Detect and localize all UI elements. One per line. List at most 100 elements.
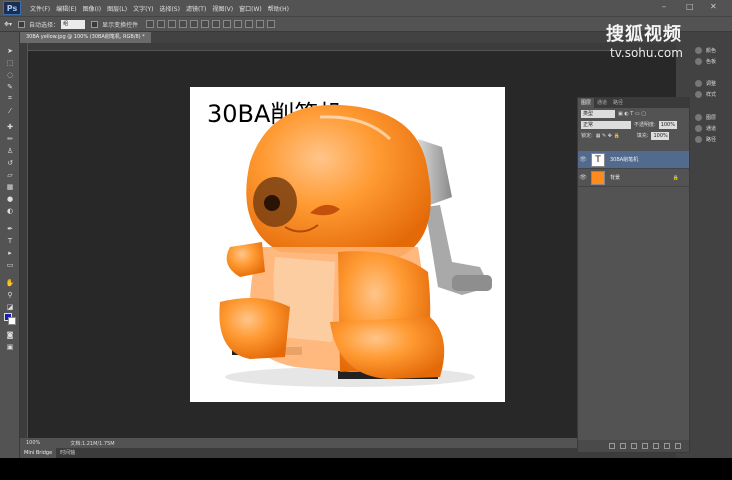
distribute-left-icon[interactable] <box>245 20 254 28</box>
layer-mask-icon[interactable] <box>631 443 637 449</box>
show-transform-checkbox[interactable] <box>91 20 99 28</box>
dodge-tool-icon[interactable]: ◐ <box>4 206 16 215</box>
adjustments-icon <box>695 80 702 87</box>
history-brush-tool-icon[interactable]: ↺ <box>4 158 16 167</box>
dock-group-layers: 图层 通道 路径 <box>693 112 732 145</box>
brush-tool-icon[interactable]: ✏ <box>4 134 16 143</box>
type-tool-icon[interactable]: T <box>4 236 16 245</box>
tab-timeline[interactable]: 时间轴 <box>56 448 79 458</box>
crop-tool-icon[interactable]: ⌗ <box>4 94 16 103</box>
minimize-icon[interactable]: – <box>662 2 666 11</box>
layers-panel-tabs: 图层 通道 路径 <box>578 98 689 108</box>
menu-window[interactable]: 窗口(W) <box>239 4 262 13</box>
tab-paths[interactable]: 路径 <box>610 98 626 108</box>
link-layers-icon[interactable] <box>609 443 615 449</box>
menu-type[interactable]: 文字(Y) <box>133 4 153 13</box>
vertical-ruler[interactable] <box>20 43 28 438</box>
opacity-label: 不透明度: <box>634 122 656 128</box>
layer-row[interactable]: 👁 背景 🔒 <box>578 169 689 187</box>
tab-mini-bridge[interactable]: Mini Bridge <box>20 448 57 458</box>
menu-filter[interactable]: 滤镜(T) <box>186 4 206 13</box>
eye-icon[interactable]: 👁 <box>578 174 588 181</box>
dock-item-layers[interactable]: 图层 <box>693 112 732 123</box>
watermark-url: tv.sohu.com <box>610 46 683 60</box>
distribute-top-icon[interactable] <box>212 20 221 28</box>
layer-filter-row: 类型 ▣ ◐ T ▭ ▢ <box>578 108 689 119</box>
channels-icon <box>695 125 702 132</box>
quick-select-tool-icon[interactable]: ✎ <box>4 82 16 91</box>
move-tool-icon[interactable]: ✥▾ <box>4 21 12 28</box>
shape-tool-icon[interactable]: ▭ <box>4 260 16 269</box>
new-group-icon[interactable] <box>653 443 659 449</box>
zoom-tool-icon[interactable]: ⚲ <box>4 290 16 299</box>
align-buttons <box>146 20 276 28</box>
menu-view[interactable]: 视图(V) <box>212 4 233 13</box>
eye-icon[interactable]: 👁 <box>578 156 588 163</box>
dock-item-styles[interactable]: 样式 <box>693 89 732 100</box>
hand-tool-icon[interactable]: ✋ <box>4 278 16 287</box>
default-colors-icon[interactable]: ◪ <box>4 302 16 311</box>
tab-channels[interactable]: 通道 <box>594 98 610 108</box>
fill-input[interactable]: 100% <box>651 131 670 140</box>
adjustment-layer-icon[interactable] <box>642 443 648 449</box>
gradient-tool-icon[interactable]: ▦ <box>4 182 16 191</box>
image-layer-thumbnail <box>591 170 605 185</box>
zoom-level[interactable]: 100% <box>26 440 40 446</box>
align-right-icon[interactable] <box>201 20 210 28</box>
watermark: 搜狐视频 tv.sohu.com <box>606 20 728 60</box>
align-center-icon[interactable] <box>190 20 199 28</box>
align-bottom-icon[interactable] <box>168 20 177 28</box>
path-select-tool-icon[interactable]: ▸ <box>4 248 16 257</box>
align-middle-icon[interactable] <box>157 20 166 28</box>
close-icon[interactable]: ✕ <box>710 2 717 11</box>
blur-tool-icon[interactable]: ● <box>4 194 16 203</box>
auto-select-checkbox[interactable] <box>18 20 26 28</box>
dock-item-paths[interactable]: 路径 <box>693 134 732 145</box>
move-tool-icon[interactable]: ➤ <box>4 46 16 55</box>
menu-help[interactable]: 帮助(H) <box>268 4 289 13</box>
clone-stamp-tool-icon[interactable]: ♙ <box>4 146 16 155</box>
layer-row[interactable]: 👁 T 30BA削笔机 <box>578 151 689 169</box>
layer-name: 背景 <box>610 175 621 181</box>
eyedropper-tool-icon[interactable]: ⁄ <box>4 106 16 115</box>
distribute-right-icon[interactable] <box>267 20 276 28</box>
menu-file[interactable]: 文件(F) <box>30 4 50 13</box>
lock-icons[interactable]: ▦ ✎ ✥ 🔒 <box>596 133 620 139</box>
distribute-bottom-icon[interactable] <box>234 20 243 28</box>
background-color-swatch[interactable] <box>8 317 16 325</box>
menu-edit[interactable]: 编辑(E) <box>56 4 76 13</box>
new-layer-icon[interactable] <box>664 443 670 449</box>
fill-label: 填充: <box>636 133 649 139</box>
auto-select-dropdown[interactable]: 组 <box>61 19 86 29</box>
watermark-main: 搜狐视频 <box>606 24 682 45</box>
distribute-center-icon[interactable] <box>256 20 265 28</box>
menu-layer[interactable]: 图层(L) <box>107 4 127 13</box>
menu-image[interactable]: 图像(I) <box>83 4 101 13</box>
dock-item-channels[interactable]: 通道 <box>693 123 732 134</box>
layer-kind-filter[interactable]: 类型 <box>581 109 615 118</box>
pen-tool-icon[interactable]: ✒ <box>4 224 16 233</box>
screen-mode-icon[interactable]: ▣ <box>4 342 16 351</box>
quick-mask-icon[interactable]: ◙ <box>4 330 16 339</box>
document-image[interactable]: 30BA削笔机 <box>190 87 505 402</box>
align-left-icon[interactable] <box>179 20 188 28</box>
healing-brush-tool-icon[interactable]: ✚ <box>4 122 16 131</box>
menu-select[interactable]: 选择(S) <box>159 4 180 13</box>
document-size[interactable]: 文档:1.21M/1.75M <box>70 440 114 447</box>
delete-layer-icon[interactable] <box>675 443 681 449</box>
document-tab[interactable]: 30BA yellow.jpg @ 100% (30BA削笔机, RGB/8) … <box>20 32 151 43</box>
lasso-tool-icon[interactable]: ◌ <box>4 70 16 79</box>
restore-icon[interactable]: □ <box>686 2 694 11</box>
align-top-icon[interactable] <box>146 20 155 28</box>
filter-icons[interactable]: ▣ ◐ T ▭ ▢ <box>618 111 646 117</box>
marquee-tool-icon[interactable]: ⬚ <box>4 58 16 67</box>
bottom-letterbox <box>0 458 732 480</box>
dock-item-adjustments[interactable]: 调整 <box>693 78 732 89</box>
distribute-middle-icon[interactable] <box>223 20 232 28</box>
blend-mode-dropdown[interactable]: 正常 <box>581 120 631 129</box>
eraser-tool-icon[interactable]: ▱ <box>4 170 16 179</box>
horizontal-ruler[interactable] <box>20 43 676 51</box>
layer-style-icon[interactable] <box>620 443 626 449</box>
opacity-input[interactable]: 100% <box>658 120 677 129</box>
tab-layers[interactable]: 图层 <box>578 98 595 108</box>
